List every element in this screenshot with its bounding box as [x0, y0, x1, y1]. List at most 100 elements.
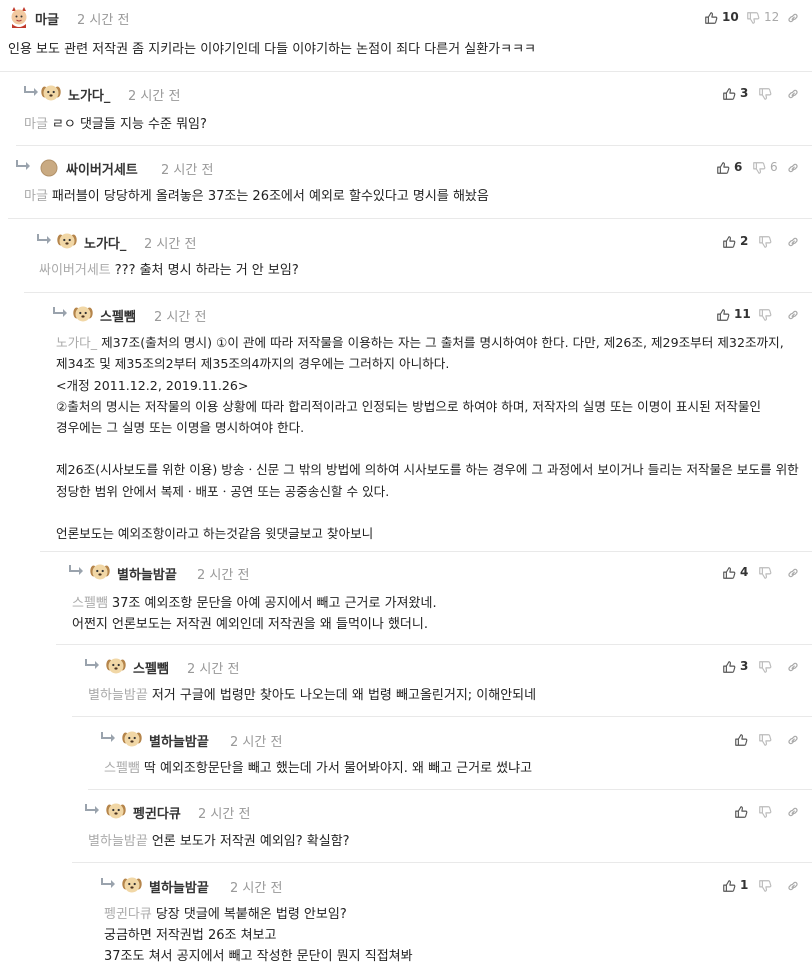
comment-header: 싸이버거세트 2 시간 전 6 6	[8, 156, 812, 182]
upvote-button[interactable]: 11	[716, 307, 751, 325]
link-icon[interactable]	[786, 235, 800, 249]
comment-paragraph: 노가다_ 제37조(출처의 명시) ①이 관에 따라 저작물을 이용하는 자는 그…	[56, 332, 802, 375]
reply-mention[interactable]: 스펠뺌	[104, 761, 140, 776]
comment-header: 노가다_ 2 시간 전 2	[24, 230, 812, 256]
downvote-button[interactable]	[758, 565, 776, 583]
upvote-count: 3	[740, 659, 749, 673]
downvote-button[interactable]: 12	[746, 10, 780, 28]
reply-mention[interactable]: 노가다_	[56, 335, 97, 350]
comment: 별하늘밤끝 2 시간 전 4 스펠뺌 37조 예외조항 문단을 아예 공지에서 빼…	[56, 552, 812, 645]
upvote-button[interactable]: 3	[722, 86, 750, 104]
link-icon[interactable]	[786, 308, 800, 322]
link-icon[interactable]	[786, 733, 800, 747]
thumbs-down-icon	[759, 236, 772, 248]
reply-mention[interactable]: 별하늘밤끝	[88, 688, 148, 703]
downvote-button[interactable]	[758, 234, 776, 252]
author-name[interactable]: 마글	[35, 9, 59, 28]
downvote-button[interactable]: 6	[752, 160, 780, 178]
comment-header: 별하늘밤끝 2 시간 전 1	[88, 874, 812, 900]
link-icon[interactable]	[786, 161, 800, 175]
timestamp: 2 시간 전	[198, 807, 251, 822]
upvote-button[interactable]: 4	[722, 565, 750, 583]
author-name[interactable]: 별하늘밤끝	[149, 731, 209, 750]
upvote-button[interactable]: 3	[722, 659, 750, 677]
reply-mention[interactable]: 마글	[24, 189, 48, 204]
reply-mention[interactable]: 싸이버거세트	[39, 263, 111, 278]
link-icon[interactable]	[786, 805, 800, 819]
upvote-button[interactable]: 1	[722, 878, 750, 896]
puppy-avatar-icon[interactable]	[121, 728, 143, 750]
vote-controls: 2	[722, 234, 800, 252]
comment-text: 딱 예외조항문단을 빼고 했는데 가서 물어봐야지. 왜 빼고 근거로 썼냐고	[143, 761, 533, 776]
upvote-count: 3	[740, 86, 749, 100]
downvote-button[interactable]	[758, 659, 776, 677]
comment-text: 언론 보도가 저작권 예외임? 확실함?	[151, 834, 350, 849]
vote-controls: 3	[722, 659, 800, 677]
author-name[interactable]: 싸이버거세트	[66, 159, 138, 178]
thumbs-down-icon	[759, 806, 772, 818]
puppy-avatar-icon[interactable]	[72, 303, 94, 325]
puppy-avatar-icon[interactable]	[56, 230, 78, 252]
link-icon[interactable]	[786, 879, 800, 893]
comment: 별하늘밤끝 2 시간 전 1 펭귄다큐 당장 댓글에 복붙해온 법령 안보임? 궁…	[88, 863, 812, 973]
author-name[interactable]: 노가다_	[68, 85, 110, 104]
puppy-avatar-icon[interactable]	[40, 82, 62, 104]
downvote-button[interactable]	[758, 878, 776, 896]
comment-body: 별하늘밤끝 저거 구글에 법령만 찾아도 나오는데 왜 법령 빼고올린거지; 이해…	[88, 685, 798, 706]
upvote-button[interactable]: 6	[716, 160, 744, 178]
comment-body: 싸이버거세트??? 출처 명시 하라는 거 안 보임?	[39, 260, 798, 281]
vote-controls: 10 12	[704, 10, 800, 28]
comment-paragraph: 어쩐지 언론보도는 저작권 예외인데 저작권을 왜 들먹이나 했더니.	[72, 617, 428, 632]
comment: 마글 2 시간 전 10 12 인용 보도 관련 저작권 좀 지키라는 이야기인…	[0, 0, 812, 72]
reply-mention[interactable]: 스펠뺌	[72, 596, 108, 611]
link-icon[interactable]	[786, 11, 800, 25]
timestamp: 2 시간 전	[230, 735, 283, 750]
comment-text: 당장 댓글에 복붙해온 법령 안보임?	[155, 907, 347, 922]
downvote-button[interactable]	[758, 86, 776, 104]
downvote-button[interactable]	[758, 732, 776, 750]
thumbs-up-icon	[723, 88, 736, 100]
upvote-button[interactable]: 10	[704, 10, 739, 28]
reply-mention[interactable]: 마글	[24, 117, 48, 132]
link-icon[interactable]	[786, 566, 800, 580]
comment-body: 스펠뺌 37조 예외조항 문단을 아예 공지에서 빼고 근거로 가져왔네. 어쩐지…	[72, 593, 798, 635]
thumbs-up-icon	[723, 661, 736, 673]
comment-header: 스펠뺌 2 시간 전 3	[72, 655, 812, 681]
puppy-avatar-icon[interactable]	[89, 561, 111, 583]
upvote-button[interactable]	[734, 804, 750, 822]
comment-text: ??? 출처 명시 하라는 거 안 보임?	[114, 263, 299, 278]
puppy-avatar-icon[interactable]	[121, 874, 143, 896]
author-name[interactable]: 노가다_	[84, 233, 126, 252]
puppy-avatar-icon[interactable]	[105, 800, 127, 822]
comment-header: 별하늘밤끝 2 시간 전 4	[56, 561, 812, 587]
downvote-button[interactable]	[758, 307, 776, 325]
thumbs-down-icon	[759, 661, 772, 673]
devil-avatar-icon[interactable]	[8, 6, 30, 28]
author-name[interactable]: 별하늘밤끝	[149, 877, 209, 896]
author-name[interactable]: 펭귄다큐	[133, 803, 181, 822]
comment-header: 노가다_ 2 시간 전 3	[16, 82, 812, 108]
author-name[interactable]: 별하늘밤끝	[117, 564, 177, 583]
link-icon[interactable]	[786, 660, 800, 674]
reply-mention[interactable]: 별하늘밤끝	[88, 834, 148, 849]
puppy-avatar-icon[interactable]	[105, 655, 127, 677]
comment-text: ㄹㅇ 댓글들 지능 수준 뭐임?	[51, 117, 207, 132]
author-name[interactable]: 스펠뺌	[133, 658, 169, 677]
downvote-button[interactable]	[758, 804, 776, 822]
link-icon[interactable]	[786, 87, 800, 101]
upvote-count: 11	[734, 307, 751, 321]
comment-body: 마글 ㄹㅇ 댓글들 지능 수준 뭐임?	[24, 114, 798, 135]
upvote-count: 10	[722, 10, 739, 24]
author-name[interactable]: 스펠뺌	[100, 306, 136, 325]
reply-arrow-icon	[85, 804, 99, 814]
thumbs-down-icon	[759, 567, 772, 579]
upvote-count: 2	[740, 234, 749, 248]
round-avatar-icon[interactable]	[38, 157, 60, 179]
timestamp: 2 시간 전	[161, 163, 214, 178]
comment-text: 인용 보도 관련 저작권 좀 지키라는 이야기인데 다들 이야기하는 논점이 죄…	[8, 42, 536, 57]
comment-paragraph: ②출처의 명시는 저작물의 이용 상황에 따라 합리적이라고 인정되는 방법으로…	[56, 398, 762, 436]
upvote-button[interactable]	[734, 732, 750, 750]
reply-mention[interactable]: 펭귄다큐	[104, 907, 152, 922]
upvote-button[interactable]: 2	[722, 234, 750, 252]
